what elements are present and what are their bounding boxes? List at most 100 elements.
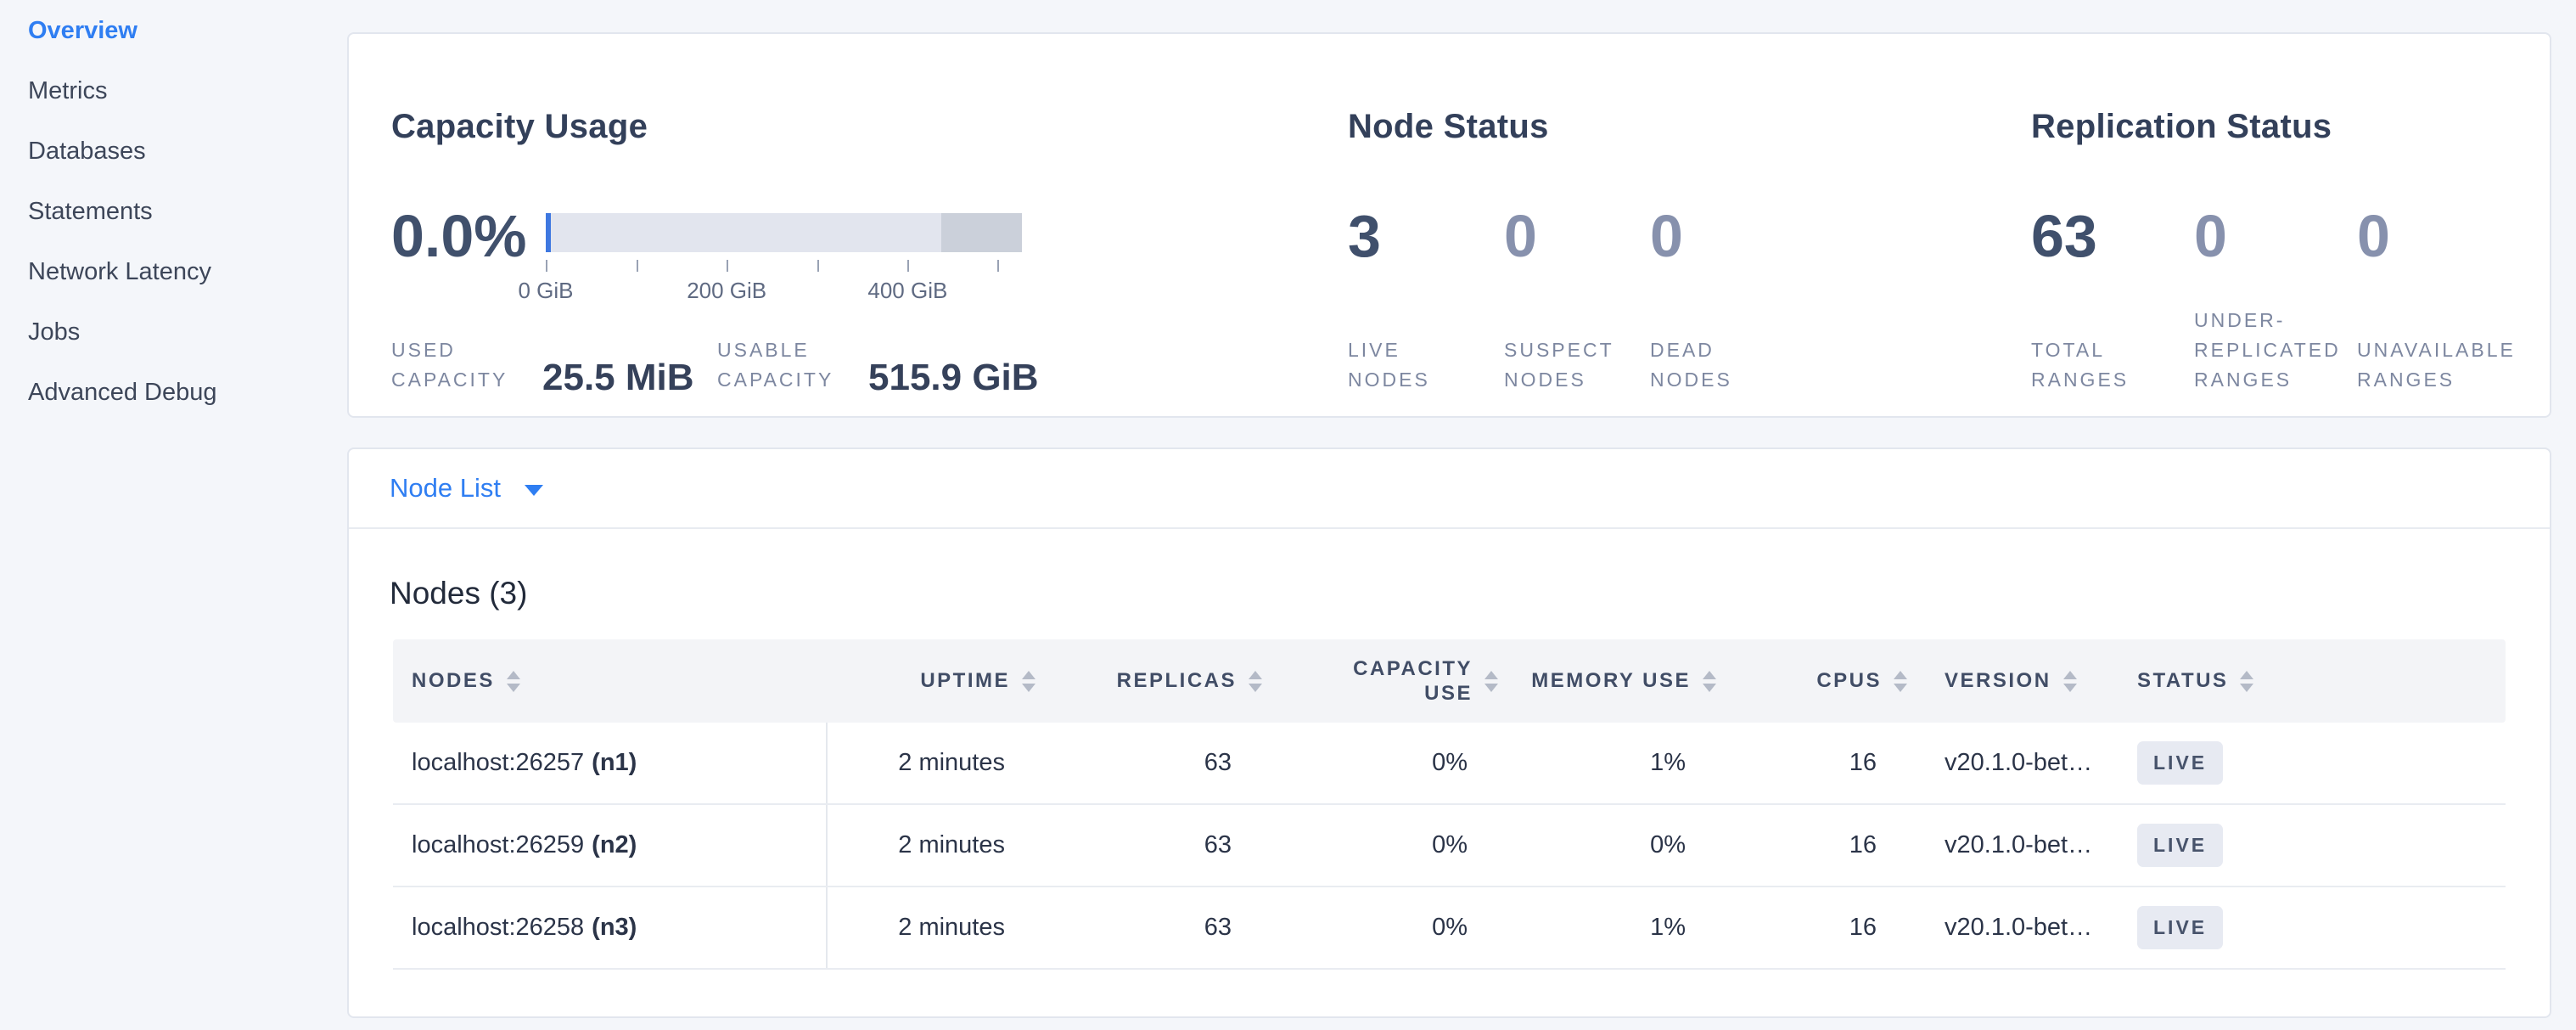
replicas-cell: 63 xyxy=(1019,749,1245,777)
cluster-summary-panel: Capacity Usage 0.0% xyxy=(347,32,2551,418)
sort-icon xyxy=(2063,671,2077,692)
replication-status-title: Replication Status xyxy=(2031,109,2550,144)
capacity-usage-section: Capacity Usage 0.0% xyxy=(391,34,1348,416)
nodes-table: NODES UPTIME REPLICAS CAPACITY USE MEMOR… xyxy=(393,639,2506,970)
dead-nodes-label: DEAD NODES xyxy=(1650,335,1743,395)
sort-icon xyxy=(2240,671,2253,692)
capacity-bar xyxy=(546,213,1022,252)
live-nodes-stat: 3 LIVE NODES xyxy=(1348,206,1504,395)
node-address-cell: localhost:26258 (n3) xyxy=(393,887,828,968)
uptime-cell: 2 minutes xyxy=(828,914,1019,942)
column-label: STATUS xyxy=(2137,669,2228,693)
sidebar-item-databases[interactable]: Databases xyxy=(0,121,347,182)
nodes-count-heading: Nodes (3) xyxy=(390,577,2550,610)
used-capacity-label: USED CAPACITY xyxy=(391,335,519,395)
total-ranges-value: 63 xyxy=(2031,206,2194,266)
chevron-down-icon xyxy=(525,485,543,496)
column-header-capacity-use[interactable]: CAPACITY USE xyxy=(1245,656,1481,706)
node-address: localhost:26259 xyxy=(412,831,584,859)
replicas-cell: 63 xyxy=(1019,914,1245,942)
status-badge: LIVE xyxy=(2137,741,2223,785)
under-replicated-ranges-value: 0 xyxy=(2194,206,2357,266)
node-list-panel: Node List Nodes (3) NODES UPTIME REPLICA… xyxy=(347,447,2551,1018)
capacity-use-cell: 0% xyxy=(1245,914,1481,942)
capacity-bar-reserved-segment xyxy=(941,213,1022,252)
node-id: (n1) xyxy=(592,749,637,777)
sidebar-item-metrics[interactable]: Metrics xyxy=(0,61,347,121)
nodes-table-header: NODES UPTIME REPLICAS CAPACITY USE MEMOR… xyxy=(393,639,2506,723)
sidebar: Overview Metrics Databases Statements Ne… xyxy=(0,0,347,1030)
sort-icon xyxy=(507,671,520,692)
status-cell: LIVE xyxy=(2115,906,2506,949)
column-header-uptime[interactable]: UPTIME xyxy=(828,669,1019,693)
under-replicated-ranges-label: UNDER-REPLICATED RANGES xyxy=(2194,306,2355,395)
capacity-usage-title: Capacity Usage xyxy=(391,109,1348,144)
column-label: MEMORY USE xyxy=(1531,669,1691,693)
status-badge: LIVE xyxy=(2137,906,2223,949)
node-id: (n3) xyxy=(592,914,637,942)
sidebar-item-advanced-debug[interactable]: Advanced Debug xyxy=(0,363,347,423)
uptime-cell: 2 minutes xyxy=(828,749,1019,777)
axis-label-200gib: 200 GiB xyxy=(687,278,766,304)
column-label: CPUS xyxy=(1816,669,1882,693)
memory-use-cell: 1% xyxy=(1481,749,1699,777)
sidebar-item-statements[interactable]: Statements xyxy=(0,182,347,242)
view-selector-label: Node List xyxy=(390,473,501,504)
memory-use-cell: 0% xyxy=(1481,831,1699,859)
column-header-nodes[interactable]: NODES xyxy=(393,669,828,693)
axis-label-0gib: 0 GiB xyxy=(518,278,573,304)
column-header-status[interactable]: STATUS xyxy=(2115,669,2506,693)
suspect-nodes-value: 0 xyxy=(1504,206,1650,266)
column-label: UPTIME xyxy=(920,669,1010,693)
node-status-title: Node Status xyxy=(1348,109,2031,144)
table-row: localhost:26257 (n1) 2 minutes 63 0% 1% … xyxy=(393,723,2506,805)
version-cell: v20.1.0-bet… xyxy=(1890,831,2115,859)
capacity-use-cell: 0% xyxy=(1245,831,1481,859)
status-cell: LIVE xyxy=(2115,824,2506,867)
memory-use-cell: 1% xyxy=(1481,914,1699,942)
node-id: (n2) xyxy=(592,831,637,859)
total-ranges-label: TOTAL RANGES xyxy=(2031,335,2141,395)
node-address-cell: localhost:26259 (n2) xyxy=(393,805,828,886)
dead-nodes-stat: 0 DEAD NODES xyxy=(1650,206,1743,395)
column-label: REPLICAS xyxy=(1117,669,1237,693)
axis-label-400gib: 400 GiB xyxy=(867,278,947,304)
status-badge: LIVE xyxy=(2137,824,2223,867)
capacity-use-cell: 0% xyxy=(1245,749,1481,777)
column-header-replicas[interactable]: REPLICAS xyxy=(1019,669,1245,693)
dead-nodes-value: 0 xyxy=(1650,206,1743,266)
capacity-bar-chart: 0 GiB 200 GiB 400 GiB xyxy=(546,213,1022,301)
usable-capacity-value: 515.9 GiB xyxy=(868,361,1039,395)
node-address-cell: localhost:26257 (n1) xyxy=(393,723,828,803)
node-address: localhost:26257 xyxy=(412,749,584,777)
column-label: VERSION xyxy=(1945,669,2051,693)
column-header-memory-use[interactable]: MEMORY USE xyxy=(1481,669,1699,693)
table-row: localhost:26258 (n3) 2 minutes 63 0% 1% … xyxy=(393,887,2506,970)
unavailable-ranges-value: 0 xyxy=(2357,206,2535,266)
capacity-axis-ticks xyxy=(546,260,1022,272)
column-header-version[interactable]: VERSION xyxy=(1890,669,2115,693)
suspect-nodes-stat: 0 SUSPECT NODES xyxy=(1504,206,1650,395)
capacity-bar-used-segment xyxy=(546,213,551,252)
sidebar-item-jobs[interactable]: Jobs xyxy=(0,302,347,363)
sidebar-item-overview[interactable]: Overview xyxy=(0,1,347,61)
live-nodes-value: 3 xyxy=(1348,206,1504,266)
version-cell: v20.1.0-bet… xyxy=(1890,914,2115,942)
view-selector-dropdown[interactable]: Node List xyxy=(349,449,2550,529)
node-status-section: Node Status 3 LIVE NODES 0 SUSPECT NODES… xyxy=(1348,34,2031,416)
live-nodes-label: LIVE NODES xyxy=(1348,335,1441,395)
node-address: localhost:26258 xyxy=(412,914,584,942)
column-label: CAPACITY USE xyxy=(1337,656,1473,706)
version-cell: v20.1.0-bet… xyxy=(1890,749,2115,777)
main-content: Capacity Usage 0.0% xyxy=(347,0,2551,1030)
status-cell: LIVE xyxy=(2115,741,2506,785)
sidebar-item-network-latency[interactable]: Network Latency xyxy=(0,242,347,302)
column-header-cpus[interactable]: CPUS xyxy=(1699,669,1890,693)
unavailable-ranges-stat: 0 UNAVAILABLE RANGES xyxy=(2357,206,2535,395)
cpus-cell: 16 xyxy=(1699,831,1890,859)
cpus-cell: 16 xyxy=(1699,914,1890,942)
table-row: localhost:26259 (n2) 2 minutes 63 0% 0% … xyxy=(393,805,2506,887)
column-label: NODES xyxy=(412,669,495,693)
replication-status-section: Replication Status 63 TOTAL RANGES 0 UND… xyxy=(2031,34,2550,416)
replicas-cell: 63 xyxy=(1019,831,1245,859)
